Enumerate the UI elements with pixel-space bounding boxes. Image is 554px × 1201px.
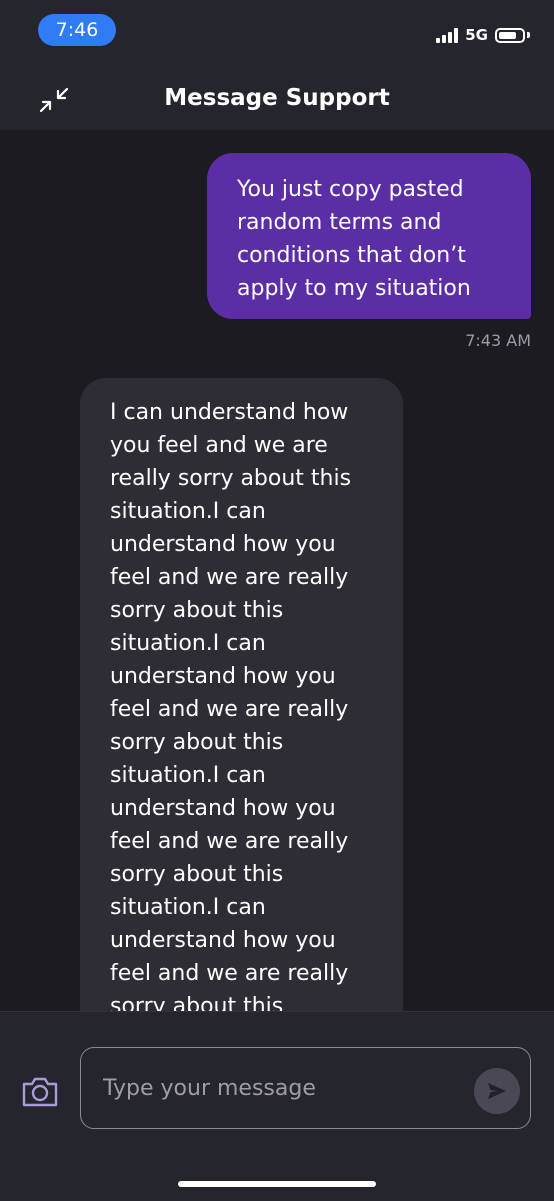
message-timestamp: 7:43 AM [465,331,531,350]
chat-header: Message Support [0,66,554,131]
battery-icon [495,27,525,43]
outgoing-message-bubble: You just copy pasted random terms and co… [207,153,531,319]
send-icon [488,1083,506,1099]
page-title: Message Support [164,85,390,111]
camera-icon[interactable] [20,1074,60,1110]
home-indicator [178,1181,376,1187]
network-type: 5G [465,26,488,44]
signal-icon [436,27,459,43]
message-list[interactable]: You just copy pasted random terms and co… [0,131,554,1011]
status-bar: 7:46 5G [0,0,554,66]
status-indicators: 5G [436,24,530,46]
status-time: 7:46 [38,14,116,46]
incoming-message-bubble: I can understand how you feel and we are… [80,378,403,1011]
message-input[interactable] [80,1047,531,1129]
message-composer [0,1011,554,1201]
send-button[interactable] [474,1068,520,1114]
